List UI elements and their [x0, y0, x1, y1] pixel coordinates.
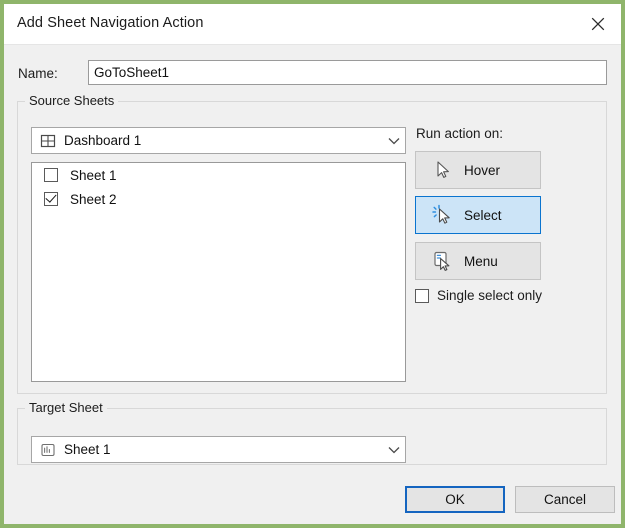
run-action-select-label: Select — [464, 207, 502, 223]
cursor-arrow-icon — [432, 159, 454, 181]
single-select-only-row[interactable]: Single select only — [415, 288, 542, 303]
close-x-icon — [591, 17, 605, 31]
dialog-title: Add Sheet Navigation Action — [17, 15, 204, 31]
close-icon-button[interactable] — [575, 4, 621, 43]
dialog-window: Add Sheet Navigation Action Name: Source… — [0, 0, 625, 528]
run-action-label: Run action on: — [416, 126, 504, 141]
run-action-hover-button[interactable]: Hover — [415, 151, 541, 189]
source-sheet-dropdown[interactable]: Dashboard 1 — [31, 127, 406, 154]
ok-button[interactable]: OK — [405, 486, 505, 513]
run-action-select-button[interactable]: Select — [415, 196, 541, 234]
run-action-menu-button[interactable]: Menu — [415, 242, 541, 280]
chevron-down-icon — [383, 437, 405, 462]
source-sheets-legend: Source Sheets — [25, 93, 119, 108]
target-sheet-dropdown-value: Sheet 1 — [64, 442, 111, 457]
cursor-menu-icon — [432, 250, 454, 272]
list-item-label: Sheet 2 — [70, 191, 117, 207]
title-bar: Add Sheet Navigation Action — [4, 4, 621, 45]
single-select-only-checkbox[interactable] — [415, 288, 429, 303]
list-item[interactable]: Sheet 2 — [32, 187, 405, 211]
sheet-checkbox[interactable] — [44, 192, 58, 206]
worksheet-icon — [39, 441, 57, 459]
cursor-click-icon — [432, 204, 454, 226]
run-action-menu-label: Menu — [464, 253, 498, 269]
dashboard-grid-icon — [39, 132, 57, 150]
source-sheets-list[interactable]: Sheet 1 Sheet 2 — [31, 162, 406, 382]
chevron-down-icon — [383, 128, 405, 153]
sheet-checkbox[interactable] — [44, 168, 58, 182]
target-sheet-legend: Target Sheet — [25, 400, 107, 415]
run-action-hover-label: Hover — [464, 162, 501, 178]
list-item-label: Sheet 1 — [70, 167, 117, 183]
target-sheet-dropdown[interactable]: Sheet 1 — [31, 436, 406, 463]
action-name-input[interactable] — [88, 60, 607, 85]
cancel-button[interactable]: Cancel — [515, 486, 615, 513]
single-select-only-label: Single select only — [437, 288, 543, 303]
list-item[interactable]: Sheet 1 — [32, 163, 405, 187]
source-sheet-dropdown-value: Dashboard 1 — [64, 133, 142, 148]
name-label: Name: — [18, 66, 58, 81]
